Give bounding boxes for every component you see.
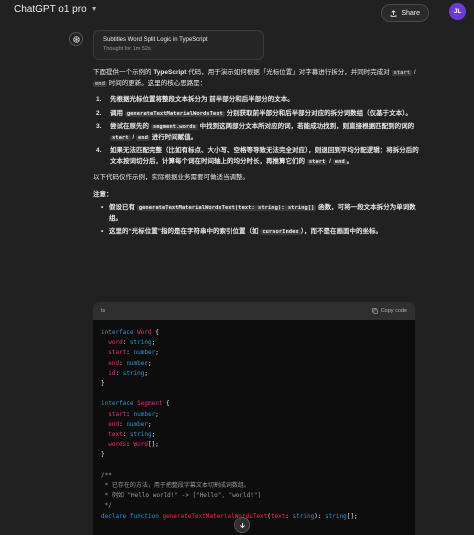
upload-icon <box>390 9 397 17</box>
assistant-message: 下面提供一个示例的 TypeScript 代码，用于演示如何根据「光标位置」对字… <box>93 68 419 246</box>
inline-code: generateTextMaterialWordsText(text: stri… <box>136 205 317 211</box>
chevron-down-icon: ▼ <box>90 6 98 13</box>
top-bar: ChatGPT o1 pro ▼ Share JL <box>0 0 474 24</box>
summary-paragraph: 以下代码仅作示例，实际根据业务需要可做适当调整。 <box>93 174 249 181</box>
list-text: 调用 <box>110 109 125 117</box>
model-selector[interactable]: ChatGPT o1 pro ▼ <box>14 4 98 15</box>
list-number: 3. <box>96 123 102 130</box>
list-text: / <box>327 157 333 165</box>
inline-code: start <box>110 134 131 141</box>
thought-title: Subtitles Word Split Logic in TypeScript <box>103 37 208 43</box>
bullet: • <box>101 228 104 235</box>
list-text: 进行时间赋值。 <box>149 133 198 141</box>
list-text: 这里的“光标位置”指的是在字符串中的索引位置（如 <box>109 228 261 235</box>
intro-paragraph: 下面提供一个示例的 TypeScript 代码，用于演示如何根据「光标位置」对字… <box>93 68 419 89</box>
arrow-down-icon <box>239 522 245 528</box>
thought-duration: Thought for 1m 52s <box>103 46 151 52</box>
intro-text: 下面提供一个示例的 <box>93 69 154 76</box>
list-text: 尝试在原先的 <box>110 123 151 130</box>
inline-code: start <box>391 70 413 76</box>
share-label: Share <box>401 9 420 17</box>
list-item: 1. 先根据光标位置将整段文本拆分为 前半部分和后半部分的文本。 <box>93 95 419 106</box>
notes-title: 注意： <box>93 190 113 198</box>
list-number: 2. <box>96 109 102 117</box>
list-item: 3. 尝试在原先的 segment.words 中找到这两部分文本所对应的词，若… <box>93 122 419 143</box>
inline-code: segment.words <box>150 124 198 130</box>
share-button[interactable]: Share <box>381 4 429 22</box>
list-text: 假设已有 <box>109 204 137 211</box>
list-text: ），而不是在画面中的坐标。 <box>300 228 382 235</box>
inline-code: end <box>332 158 347 165</box>
code-block[interactable]: ts Copy code interface Word { word: stri… <box>93 302 415 535</box>
list-text: 中找到这两部分文本所对应的词，若能成功找到，则直接根据匹配到的词的 <box>197 123 415 130</box>
assistant-logo-icon <box>69 32 83 46</box>
bullet: • <box>101 204 104 211</box>
code-language: ts <box>101 308 106 314</box>
list-item: • 这里的“光标位置”指的是在字符串中的索引位置（如 cursorIndex），… <box>93 227 419 238</box>
code-header: ts Copy code <box>93 302 415 320</box>
list-item: 4. 如果无法匹配完整（比如有标点、大小写、空格等导致无法完全对应），则退回到平… <box>93 146 419 167</box>
notes-list: • 假设已有 generateTextMaterialWordsText(tex… <box>93 203 419 238</box>
intro-text: / <box>412 69 416 76</box>
list-item: • 假设已有 generateTextMaterialWordsText(tex… <box>93 203 419 224</box>
list-text: 分别获取前半部分和后半部分对应的拆分词数组（仅基于文本）。 <box>224 109 412 117</box>
code-content[interactable]: interface Word { word: string; start: nu… <box>93 320 415 530</box>
intro-bold: TypeScript <box>153 69 187 76</box>
copy-label: Copy code <box>380 308 407 314</box>
copy-code-button[interactable]: Copy code <box>372 308 407 314</box>
intro-text: 时间的更新。这里的核心思路是： <box>106 79 207 87</box>
inline-code: end <box>93 80 107 87</box>
list-text: 先根据光标位置将整段文本拆分为 前半部分和后半部分的文本。 <box>110 96 294 103</box>
list-text: 如果无法匹配完整（比如有标点、大小写、空格等导致无法完全对应），则退回到平均分配… <box>110 147 419 165</box>
inline-code: end <box>135 134 150 141</box>
copy-icon <box>372 308 378 314</box>
intro-text: 代码，用于演示如何根据「光标位置」对字幕进行拆分，并同时完成对 <box>186 69 392 76</box>
thought-summary[interactable]: Subtitles Word Split Logic in TypeScript… <box>93 30 264 60</box>
inline-code: start <box>306 158 328 165</box>
list-number: 1. <box>96 96 102 103</box>
steps-list: 1. 先根据光标位置将整段文本拆分为 前半部分和后半部分的文本。 2. 调用 g… <box>93 95 419 167</box>
inline-code: generateTextMaterialWordsText <box>124 110 225 117</box>
inline-code: cursorIndex <box>260 229 301 235</box>
list-item: 2. 调用 generateTextMaterialWordsText 分别获取… <box>93 109 419 120</box>
avatar[interactable]: JL <box>449 3 466 20</box>
list-number: 4. <box>96 147 102 154</box>
scroll-down-button[interactable] <box>234 517 250 533</box>
list-text: 。 <box>346 157 354 165</box>
model-name: ChatGPT o1 pro <box>14 4 87 15</box>
